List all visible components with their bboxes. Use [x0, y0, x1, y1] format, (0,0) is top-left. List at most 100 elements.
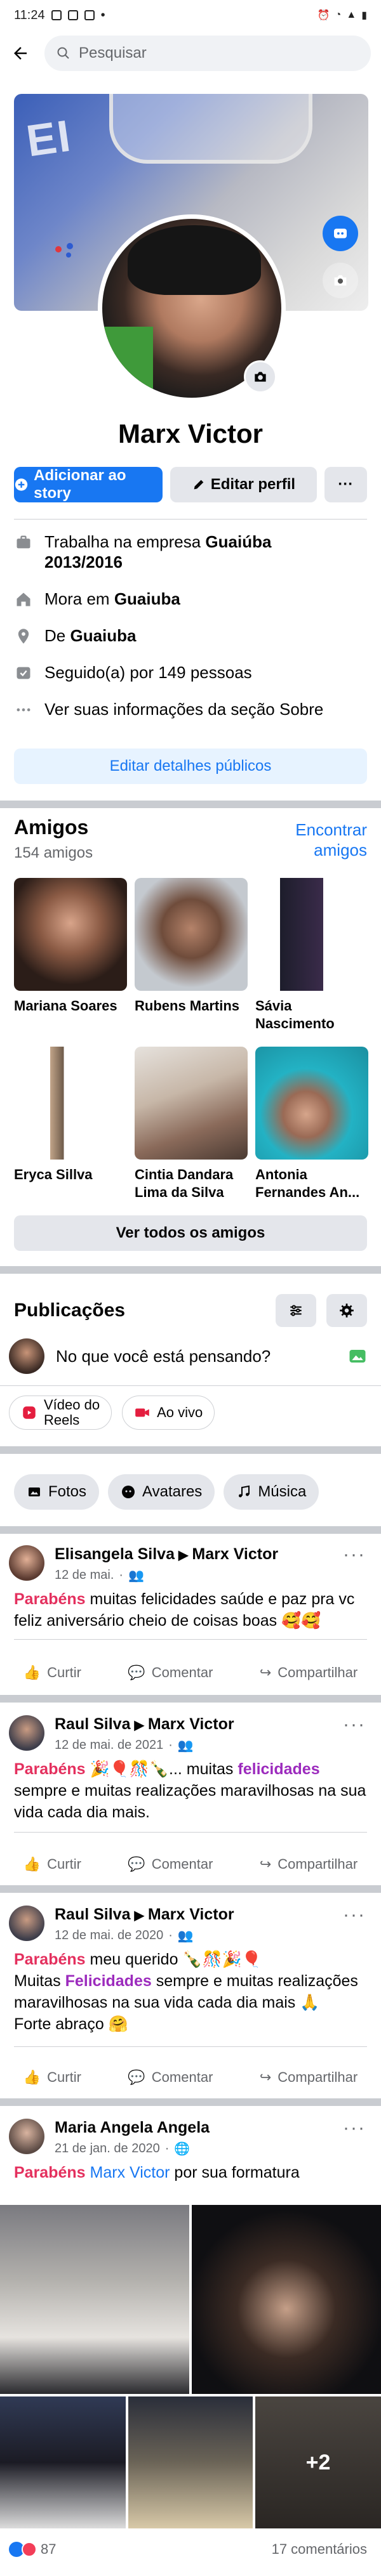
- friends-header: Amigos 154 amigos Encontrar amigos: [14, 816, 367, 862]
- friend-card[interactable]: Sávia Nascimento: [255, 878, 368, 1033]
- comment-button[interactable]: 💬 Comentar: [128, 1664, 213, 1681]
- like-icon: 👍: [23, 2069, 41, 2085]
- post-reactions[interactable]: 87 17 comentários: [9, 2541, 367, 2558]
- post-author[interactable]: Raul Silva ▶ Marx Victor: [55, 1715, 381, 1734]
- like-button[interactable]: 👍 Curtir: [23, 1856, 81, 1873]
- post-photo[interactable]: [192, 2205, 381, 2394]
- share-button[interactable]: ↪ Compartilhar: [260, 2069, 358, 2086]
- friend-card[interactable]: Rubens Martins: [135, 878, 248, 1033]
- like-button[interactable]: 👍 Curtir: [23, 2069, 81, 2086]
- avatar-sticker-button[interactable]: [323, 216, 358, 251]
- friend-name: Eryca Sillva: [14, 1167, 93, 1182]
- add-story-button[interactable]: Adicionar ao story: [14, 467, 163, 502]
- divider: [14, 519, 367, 520]
- friend-card[interactable]: Eryca Sillva: [14, 1047, 127, 1201]
- reels-button[interactable]: Vídeo do Reels: [9, 1396, 112, 1430]
- posts-header: Publicações: [14, 1294, 367, 1327]
- post-photo-more[interactable]: +2: [255, 2396, 381, 2528]
- find-friends-line2: amigos: [314, 840, 367, 860]
- avatar-camera-button[interactable]: [244, 360, 277, 393]
- lives-city[interactable]: Guaiuba: [114, 589, 180, 608]
- chip-avatars[interactable]: Avatares: [108, 1474, 215, 1510]
- briefcase-icon: [14, 533, 33, 552]
- post-avatar[interactable]: [9, 1715, 44, 1751]
- friend-card[interactable]: Mariana Soares: [14, 878, 127, 1033]
- post-photo-grid: +2: [0, 2205, 381, 2528]
- section-separator: [0, 1446, 381, 1454]
- friend-card[interactable]: Cintia Dandara Lima da Silva: [135, 1047, 248, 1201]
- edit-profile-button[interactable]: Editar perfil: [170, 467, 317, 502]
- post-avatar[interactable]: [9, 1545, 44, 1581]
- more-options-button[interactable]: ···: [324, 467, 367, 502]
- composer-avatar: [9, 1338, 44, 1374]
- post-text: Parabéns muitas felicidades saúde e paz …: [14, 1590, 355, 1630]
- section-separator: [0, 1526, 381, 1534]
- signal-icon: ▲: [346, 10, 357, 20]
- post-options-icon[interactable]: ···: [343, 2117, 366, 2139]
- chip-photos[interactable]: Fotos: [14, 1474, 100, 1510]
- friend-photo: [255, 878, 368, 991]
- post-author[interactable]: Elisangela Silva ▶ Marx Victor: [55, 1545, 381, 1564]
- pencil-icon: [194, 480, 204, 490]
- post-date: 21 de jan. de 2020 · 🌐: [55, 2141, 190, 2156]
- post-avatar[interactable]: [9, 2119, 44, 2154]
- post-options-icon[interactable]: ···: [343, 1714, 366, 1736]
- divider: [14, 1639, 367, 1640]
- friend-name: Cintia Dandara Lima da Silva: [135, 1167, 234, 1200]
- comment-button[interactable]: 💬 Comentar: [128, 1856, 213, 1873]
- search-input[interactable]: [79, 44, 359, 62]
- search-bar[interactable]: [44, 36, 371, 71]
- cover-camera-button[interactable]: [323, 263, 358, 298]
- back-arrow-icon[interactable]: [10, 43, 30, 63]
- friends-audience-icon: 👥: [128, 1569, 144, 1583]
- friend-name: Mariana Soares: [14, 998, 117, 1014]
- edit-public-details-button[interactable]: Editar detalhes públicos: [14, 749, 367, 784]
- chip-photos-label: Fotos: [48, 1483, 87, 1500]
- like-button[interactable]: 👍 Curtir: [23, 1664, 81, 1681]
- share-button[interactable]: ↪ Compartilhar: [260, 1856, 358, 1873]
- chip-avatars-label: Avatares: [142, 1483, 203, 1500]
- settings-button[interactable]: [326, 1294, 367, 1327]
- home-icon: [14, 590, 33, 609]
- followers-text: Seguido(a) por 149 pessoas: [44, 663, 252, 682]
- post-avatar[interactable]: [9, 1906, 44, 1941]
- plus-circle-icon: [15, 478, 28, 491]
- detail-followers[interactable]: Seguido(a) por 149 pessoas: [14, 662, 367, 683]
- work-company[interactable]: Guaiúba: [205, 532, 271, 551]
- detail-about[interactable]: Ver suas informações da seção Sobre: [14, 699, 367, 719]
- post-date: 12 de mai. de 2020 · 👥: [55, 1928, 194, 1943]
- filter-button[interactable]: [276, 1294, 316, 1327]
- section-separator: [0, 801, 381, 808]
- see-all-friends-button[interactable]: Ver todos os amigos: [14, 1215, 367, 1251]
- post-composer[interactable]: No que você está pensando?: [9, 1338, 367, 1374]
- like-icon: 👍: [23, 1856, 41, 1872]
- comment-button[interactable]: 💬 Comentar: [128, 2069, 213, 2086]
- share-button[interactable]: ↪ Compartilhar: [260, 1664, 358, 1681]
- comment-icon: 💬: [128, 1856, 145, 1872]
- camera-icon: [334, 275, 347, 286]
- find-friends-link[interactable]: Encontrar amigos: [295, 820, 367, 860]
- post-text: Parabéns Marx Victor por sua formatura: [14, 2164, 300, 2181]
- reels-label-line2: Reels: [44, 1412, 80, 1428]
- post-options-icon[interactable]: ···: [343, 1544, 366, 1566]
- from-city[interactable]: Guaiuba: [70, 626, 136, 645]
- about-link: Ver suas informações da seção Sobre: [44, 700, 324, 719]
- profile-details: Trabalha na empresa Guaiúba 2013/2016 Mo…: [14, 532, 367, 736]
- post-author[interactable]: Raul Silva ▶ Marx Victor: [55, 1906, 381, 1924]
- post-photo[interactable]: [128, 2396, 253, 2528]
- post-options-icon[interactable]: ···: [343, 1904, 366, 1926]
- post-photo[interactable]: [0, 2205, 189, 2394]
- post-photo[interactable]: [0, 2396, 126, 2528]
- post-author[interactable]: Maria Angela Angela: [55, 2119, 381, 2137]
- share-icon: ↪: [259, 1856, 272, 1872]
- friend-photo: [14, 878, 127, 991]
- friend-card[interactable]: Antonia Fernandes An...: [255, 1047, 368, 1201]
- photo-icon[interactable]: [348, 1347, 367, 1366]
- top-bar: [0, 30, 381, 76]
- comment-count[interactable]: 17 comentários: [272, 2541, 367, 2558]
- search-icon: [57, 47, 69, 59]
- live-button[interactable]: Ao vivo: [122, 1396, 215, 1430]
- chip-music[interactable]: Música: [224, 1474, 319, 1510]
- cover-molecule-shape: [55, 243, 73, 258]
- reels-label-line1: Vídeo do: [44, 1397, 100, 1413]
